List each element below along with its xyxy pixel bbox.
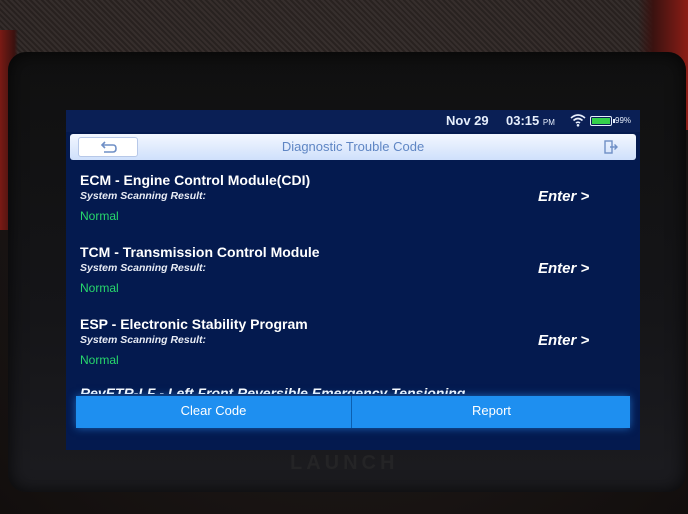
brand-logo: LAUNCH [290, 452, 399, 474]
device-screen: Nov 29 03:15 PM 99% Diagnostic Trouble C… [66, 110, 640, 450]
module-item-ecm: ECM - Engine Control Module(CDI) System … [66, 168, 640, 240]
status-time: 03:15 PM [506, 113, 555, 128]
status-date: Nov 29 [446, 113, 489, 128]
status-ampm: PM [542, 118, 555, 127]
clear-code-button[interactable]: Clear Code [76, 396, 352, 428]
diagnostic-device: Nov 29 03:15 PM 99% Diagnostic Trouble C… [0, 0, 688, 514]
module-status: Normal [80, 209, 119, 223]
enter-button-tcm[interactable]: Enter > [538, 260, 589, 277]
battery-icon [590, 116, 615, 126]
module-name: ESP - Electronic Stability Program [80, 316, 308, 332]
battery-percentage: 99% [615, 116, 632, 125]
module-scan-label: System Scanning Result: [80, 334, 207, 346]
module-name: TCM - Transmission Control Module [80, 244, 320, 260]
exit-button[interactable] [592, 137, 628, 157]
module-status: Normal [80, 281, 119, 295]
page-title: Diagnostic Trouble Code [281, 139, 425, 154]
report-button[interactable]: Report [353, 396, 630, 428]
wifi-icon [570, 114, 586, 127]
module-scan-label: System Scanning Result: [80, 262, 207, 274]
module-list: ECM - Engine Control Module(CDI) System … [66, 168, 640, 384]
module-status: Normal [80, 353, 119, 367]
battery-fill [592, 118, 610, 124]
status-time-value: 03:15 [506, 113, 540, 128]
status-bar: Nov 29 03:15 PM 99% [66, 110, 640, 132]
module-item-esp: ESP - Electronic Stability Program Syste… [66, 312, 640, 384]
title-bar: Diagnostic Trouble Code [70, 134, 636, 160]
module-name: ECM - Engine Control Module(CDI) [80, 172, 311, 188]
exit-icon [604, 140, 618, 154]
action-bar: Clear Code Report [76, 396, 630, 428]
module-scan-label: System Scanning Result: [80, 190, 207, 202]
module-item-partial[interactable]: RevETR-LF - Left Front Reversible Emerge… [80, 384, 465, 394]
enter-button-esp[interactable]: Enter > [538, 332, 589, 349]
enter-button-ecm[interactable]: Enter > [538, 188, 589, 205]
module-item-tcm: TCM - Transmission Control Module System… [66, 240, 640, 312]
